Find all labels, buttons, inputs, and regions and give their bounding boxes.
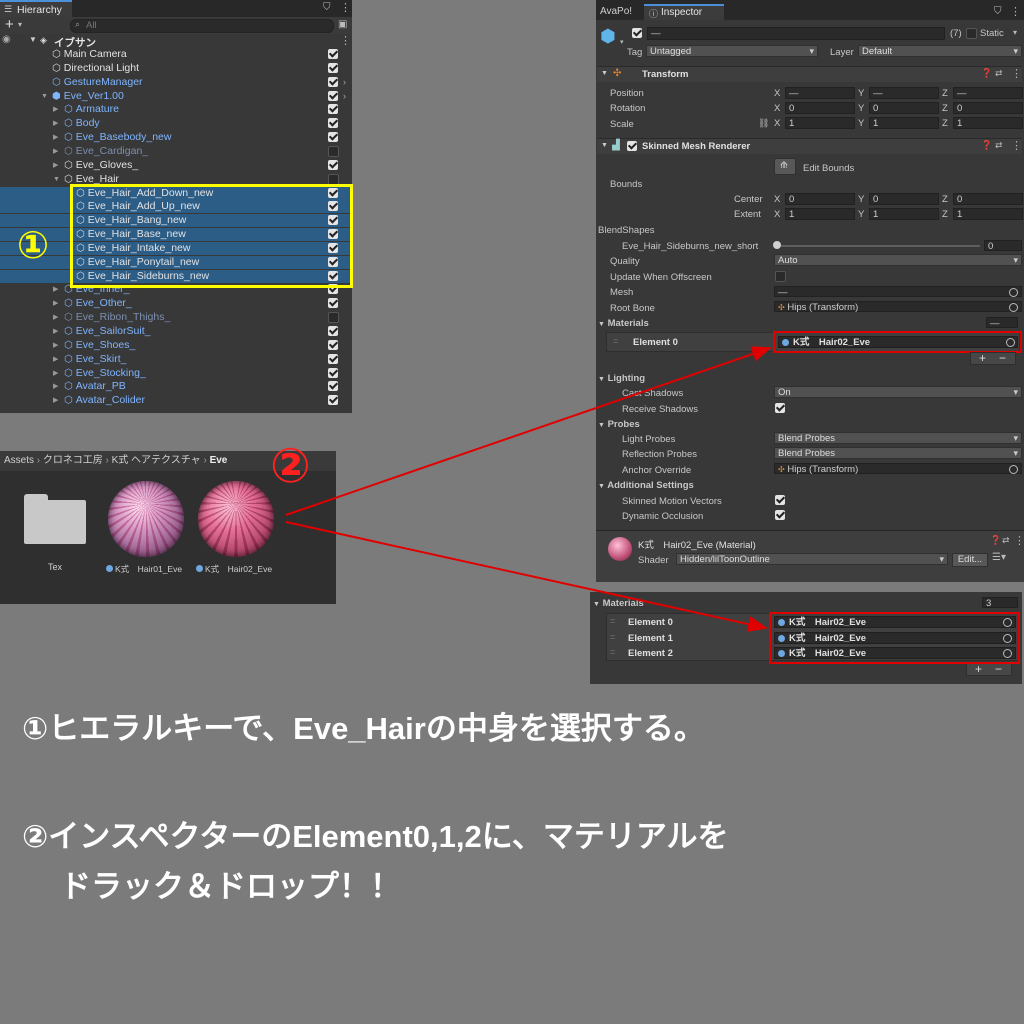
caption-step-1: ①ヒエラルキーで、Eve_Hairの中身を選択する。 — [22, 711, 705, 746]
caption-step-2a: ②インスペクターのElement0,1,2に、マテリアルを — [22, 819, 729, 854]
arrow-to-elements-list — [285, 521, 768, 632]
caption-step-2b: ドラック＆ドロップ！！ — [60, 869, 401, 904]
arrow-to-element0 — [285, 346, 772, 516]
